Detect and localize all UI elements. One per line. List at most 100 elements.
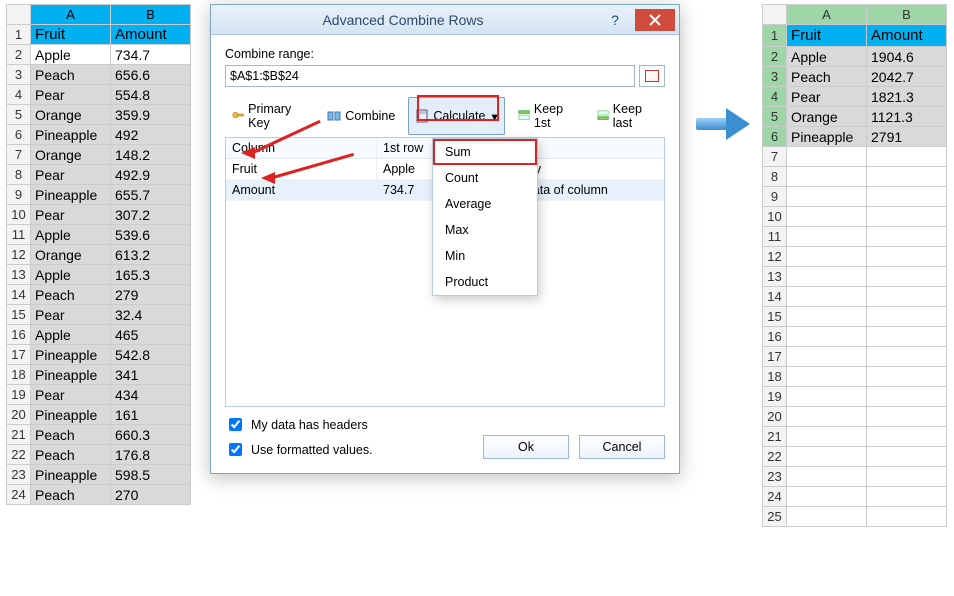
data-cell[interactable]: Pineapple [31, 465, 111, 485]
col-header-a[interactable]: A [31, 5, 111, 25]
row-header[interactable]: 7 [7, 145, 31, 165]
data-cell[interactable]: Apple [31, 225, 111, 245]
empty-cell[interactable] [867, 367, 947, 387]
row-header[interactable]: 7 [763, 147, 787, 167]
data-cell[interactable]: Apple [787, 47, 867, 67]
data-cell[interactable]: 148.2 [111, 145, 191, 165]
row-header[interactable]: 6 [763, 127, 787, 147]
row-header[interactable]: 12 [7, 245, 31, 265]
row-header[interactable]: 9 [7, 185, 31, 205]
row-header[interactable]: 22 [763, 447, 787, 467]
data-cell[interactable]: 734.7 [111, 45, 191, 65]
row-header[interactable]: 3 [763, 67, 787, 87]
row-header[interactable]: 14 [763, 287, 787, 307]
row-header[interactable]: 18 [7, 365, 31, 385]
data-cell[interactable]: Pineapple [31, 405, 111, 425]
data-cell[interactable]: Peach [787, 67, 867, 87]
data-cell[interactable]: Pineapple [787, 127, 867, 147]
row-header[interactable]: 23 [763, 467, 787, 487]
row-header[interactable]: 2 [763, 47, 787, 67]
data-cell[interactable]: 434 [111, 385, 191, 405]
empty-cell[interactable] [867, 347, 947, 367]
data-cell[interactable]: Pear [31, 305, 111, 325]
data-cell[interactable]: 598.5 [111, 465, 191, 485]
empty-cell[interactable] [787, 427, 867, 447]
combine-range-input[interactable] [225, 65, 635, 87]
data-cell[interactable]: 359.9 [111, 105, 191, 125]
empty-cell[interactable] [867, 287, 947, 307]
data-cell[interactable]: Pineapple [31, 185, 111, 205]
data-cell[interactable]: Pineapple [31, 365, 111, 385]
row-header[interactable]: 12 [763, 247, 787, 267]
row-header[interactable]: 23 [7, 465, 31, 485]
row-header[interactable]: 24 [763, 487, 787, 507]
row-header[interactable]: 13 [763, 267, 787, 287]
empty-cell[interactable] [867, 387, 947, 407]
row-header[interactable]: 15 [763, 307, 787, 327]
cancel-button[interactable]: Cancel [579, 435, 665, 459]
data-cell[interactable]: 554.8 [111, 85, 191, 105]
empty-cell[interactable] [867, 187, 947, 207]
range-picker-button[interactable] [639, 65, 665, 87]
empty-cell[interactable] [787, 207, 867, 227]
dropdown-item-count[interactable]: Count [433, 165, 537, 191]
row-header[interactable]: 19 [763, 387, 787, 407]
row-header[interactable]: 18 [763, 367, 787, 387]
empty-cell[interactable] [867, 507, 947, 527]
row-header[interactable]: 8 [763, 167, 787, 187]
empty-cell[interactable] [787, 287, 867, 307]
empty-cell[interactable] [787, 487, 867, 507]
select-all-corner[interactable] [7, 5, 31, 25]
row-header[interactable]: 11 [763, 227, 787, 247]
checkbox-has-headers[interactable] [229, 418, 242, 431]
data-cell[interactable]: 1821.3 [867, 87, 947, 107]
data-cell[interactable]: Peach [31, 445, 111, 465]
row-header[interactable]: 10 [7, 205, 31, 225]
row-header[interactable]: 21 [763, 427, 787, 447]
empty-cell[interactable] [867, 207, 947, 227]
header-cell-fruit[interactable]: Fruit [31, 25, 111, 45]
data-cell[interactable]: Orange [31, 145, 111, 165]
row-header[interactable]: 5 [7, 105, 31, 125]
empty-cell[interactable] [787, 447, 867, 467]
dropdown-item-product[interactable]: Product [433, 269, 537, 295]
ok-button[interactable]: Ok [483, 435, 569, 459]
data-cell[interactable]: 655.7 [111, 185, 191, 205]
empty-cell[interactable] [787, 307, 867, 327]
row-header[interactable]: 17 [7, 345, 31, 365]
empty-cell[interactable] [867, 267, 947, 287]
row-header[interactable]: 9 [763, 187, 787, 207]
row-header[interactable]: 4 [763, 87, 787, 107]
empty-cell[interactable] [867, 327, 947, 347]
row-header[interactable]: 11 [7, 225, 31, 245]
col-header-b[interactable]: B [867, 5, 947, 25]
data-cell[interactable]: 542.8 [111, 345, 191, 365]
data-cell[interactable]: Pear [31, 165, 111, 185]
data-cell[interactable]: 539.6 [111, 225, 191, 245]
left-worksheet[interactable]: A B 1 Fruit Amount 2Apple734.73Peach656.… [6, 4, 191, 505]
row-header[interactable]: 16 [7, 325, 31, 345]
right-worksheet[interactable]: A B 1 Fruit Amount 2Apple1904.63Peach204… [762, 4, 947, 527]
data-cell[interactable]: 1904.6 [867, 47, 947, 67]
row-header[interactable]: 1 [763, 25, 787, 47]
data-cell[interactable]: 307.2 [111, 205, 191, 225]
empty-cell[interactable] [787, 147, 867, 167]
data-cell[interactable]: Orange [31, 245, 111, 265]
data-cell[interactable]: Apple [31, 265, 111, 285]
empty-cell[interactable] [787, 187, 867, 207]
data-cell[interactable]: 660.3 [111, 425, 191, 445]
empty-cell[interactable] [867, 147, 947, 167]
data-cell[interactable]: Peach [31, 65, 111, 85]
row-header[interactable]: 17 [763, 347, 787, 367]
data-cell[interactable]: 465 [111, 325, 191, 345]
data-cell[interactable]: 161 [111, 405, 191, 425]
dropdown-item-max[interactable]: Max [433, 217, 537, 243]
row-header[interactable]: 22 [7, 445, 31, 465]
row-header[interactable]: 8 [7, 165, 31, 185]
empty-cell[interactable] [787, 347, 867, 367]
data-cell[interactable]: 613.2 [111, 245, 191, 265]
empty-cell[interactable] [867, 427, 947, 447]
empty-cell[interactable] [787, 367, 867, 387]
row-header[interactable]: 19 [7, 385, 31, 405]
row-header[interactable]: 25 [763, 507, 787, 527]
